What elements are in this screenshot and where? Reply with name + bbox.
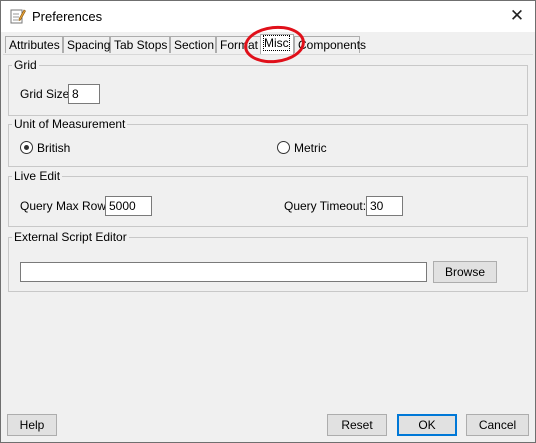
tab-section[interactable]: Section <box>170 36 216 53</box>
external-script-editor-group: External Script Editor Browse <box>8 230 528 292</box>
grid-size-field[interactable]: 8 <box>68 84 100 104</box>
preferences-dialog: Preferences ✕ Attributes Spacing Tab Sto… <box>0 0 536 443</box>
help-button[interactable]: Help <box>7 414 57 436</box>
tab-attributes[interactable]: Attributes <box>5 36 63 53</box>
live-edit-legend: Live Edit <box>14 169 61 183</box>
tab-spacing[interactable]: Spacing <box>63 36 110 53</box>
close-icon[interactable]: ✕ <box>505 5 529 27</box>
tab-label: Components <box>298 38 367 52</box>
window-title: Preferences <box>32 9 103 24</box>
british-label[interactable]: British <box>37 141 70 155</box>
browse-button[interactable]: Browse <box>433 261 497 283</box>
tab-label: Tab Stops <box>114 38 168 52</box>
metric-label[interactable]: Metric <box>294 141 327 155</box>
script-editor-path-field[interactable] <box>20 262 427 282</box>
grid-group: Grid Grid Size: 8 <box>8 58 528 116</box>
query-timeout-label: Query Timeout: <box>284 199 367 213</box>
live-edit-group: Live Edit Query Max Row: 5000 Query Time… <box>8 169 528 227</box>
unit-of-measurement-group: Unit of Measurement British Metric <box>8 117 528 167</box>
title-bar: Preferences ✕ <box>1 1 535 32</box>
unit-legend: Unit of Measurement <box>14 117 126 131</box>
tab-label: Misc <box>263 35 290 51</box>
reset-button[interactable]: Reset <box>327 414 387 436</box>
misc-panel: Grid Grid Size: 8 Unit of Measurement Br… <box>3 54 533 407</box>
query-timeout-field[interactable]: 30 <box>366 196 403 216</box>
tab-label: Section <box>174 38 215 52</box>
tab-tab-stops[interactable]: Tab Stops <box>110 36 170 53</box>
query-max-row-field[interactable]: 5000 <box>105 196 152 216</box>
grid-size-label: Grid Size: <box>20 87 73 101</box>
tab-components[interactable]: Components <box>294 36 366 53</box>
query-max-row-label: Query Max Row: <box>20 199 110 213</box>
cancel-button[interactable]: Cancel <box>466 414 529 436</box>
radio-selected-dot <box>24 145 29 150</box>
grid-legend: Grid <box>14 58 37 72</box>
ok-button[interactable]: OK <box>397 414 457 436</box>
tab-label: Format <box>220 38 259 52</box>
metric-radio[interactable] <box>277 141 290 154</box>
tab-misc[interactable]: Misc <box>260 34 294 54</box>
preferences-icon <box>10 9 26 24</box>
tab-format[interactable]: Format <box>216 36 262 53</box>
tab-label: Attributes <box>9 38 60 52</box>
script-editor-legend: External Script Editor <box>14 230 127 244</box>
british-radio[interactable] <box>20 141 33 154</box>
tab-label: Spacing <box>67 38 111 52</box>
